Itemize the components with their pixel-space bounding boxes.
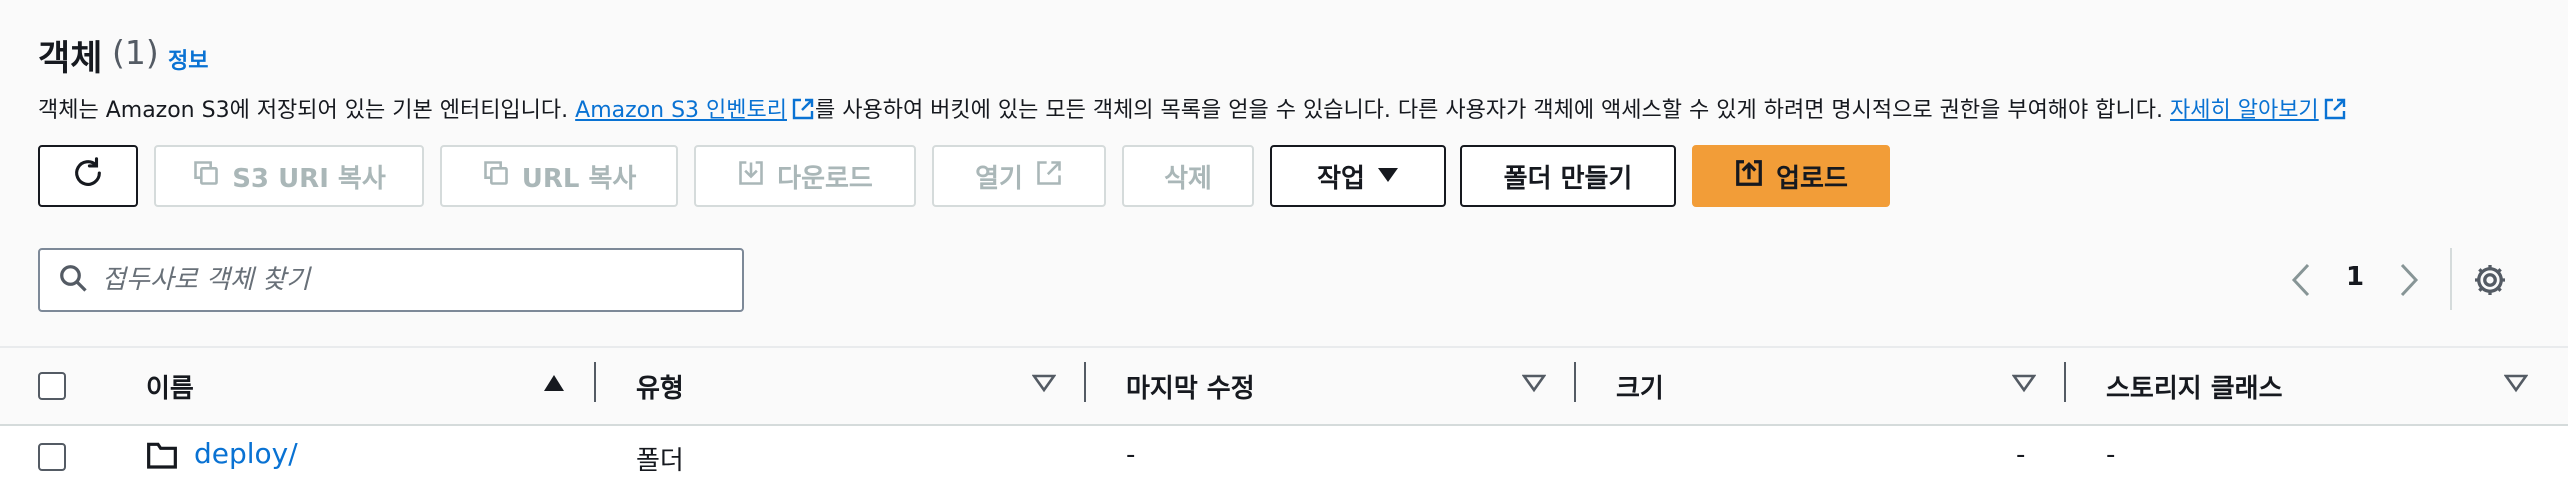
description-text-2: 를 사용하여 버킷에 있는 모든 객체의 목록을 얻을 수 있습니다. 다른 사… [814, 98, 2170, 123]
open-label: 열기 [975, 163, 1023, 194]
create-folder-label: 폴더 만들기 [1503, 163, 1633, 194]
download-label: 다운로드 [777, 163, 873, 194]
refresh-button[interactable] [38, 145, 138, 207]
sort-icon[interactable] [1031, 373, 1057, 397]
external-link-icon [1035, 159, 1063, 194]
pagination-divider [2450, 248, 2452, 310]
object-last-modified: - [1126, 440, 1136, 470]
external-link-icon [2323, 97, 2347, 127]
next-page-icon[interactable] [2396, 262, 2422, 302]
column-divider[interactable] [1574, 362, 1576, 402]
learn-more-label: 자세히 알아보기 [2170, 98, 2319, 123]
object-storage-class: - [2106, 440, 2116, 470]
search-input[interactable] [100, 264, 704, 296]
search-box[interactable] [38, 248, 744, 312]
row-checkbox[interactable] [38, 443, 66, 471]
copy-s3-uri-button[interactable]: S3 URI 복사 [154, 145, 424, 207]
learn-more-link[interactable]: 자세히 알아보기 [2170, 98, 2347, 123]
sort-ascending-icon[interactable] [542, 373, 566, 397]
copy-s3-uri-label: S3 URI 복사 [232, 163, 386, 194]
column-divider[interactable] [2064, 362, 2066, 402]
objects-panel: 객체 (1) 정보 객체는 Amazon S3에 저장되어 있는 기본 엔터티입… [0, 0, 2568, 484]
folder-icon [146, 440, 178, 474]
upload-button[interactable]: 업로드 [1692, 145, 1890, 207]
previous-page-icon[interactable] [2288, 262, 2314, 302]
object-size: - [2016, 440, 2026, 470]
select-all-checkbox[interactable] [38, 372, 66, 400]
table-row[interactable] [0, 426, 2568, 484]
description-text-1: 객체는 Amazon S3에 저장되어 있는 기본 엔터티입니다. [38, 98, 576, 123]
column-divider[interactable] [594, 362, 596, 402]
column-header-type[interactable]: 유형 [636, 368, 684, 405]
gear-icon[interactable] [2472, 262, 2508, 302]
column-divider[interactable] [1084, 362, 1086, 402]
actions-label: 작업 [1317, 163, 1365, 194]
info-link[interactable]: 정보 [168, 43, 208, 75]
open-button[interactable]: 열기 [932, 145, 1106, 207]
copy-url-button[interactable]: URL 복사 [440, 145, 678, 207]
description: 객체는 Amazon S3에 저장되어 있는 기본 엔터티입니다. Amazon… [38, 92, 2347, 127]
download-button[interactable]: 다운로드 [694, 145, 916, 207]
copy-icon [192, 159, 220, 194]
sort-icon[interactable] [2011, 373, 2037, 397]
refresh-icon [71, 156, 105, 197]
inventory-link-label: Amazon S3 인벤토리 [575, 98, 787, 123]
sort-icon[interactable] [2503, 373, 2529, 397]
download-icon [737, 159, 765, 194]
external-link-icon [791, 97, 815, 127]
object-name-link[interactable]: deploy/ [194, 437, 298, 470]
column-header-size[interactable]: 크기 [1616, 368, 1664, 405]
inventory-link[interactable]: Amazon S3 인벤토리 [575, 98, 815, 123]
create-folder-button[interactable]: 폴더 만들기 [1460, 145, 1676, 207]
search-icon [58, 263, 88, 297]
object-count: (1) [112, 33, 159, 72]
current-page-number[interactable]: 1 [2346, 262, 2364, 292]
copy-url-label: URL 복사 [521, 163, 637, 194]
upload-label: 업로드 [1776, 163, 1848, 194]
delete-button[interactable]: 삭제 [1122, 145, 1254, 207]
actions-dropdown[interactable]: 작업 [1270, 145, 1446, 207]
column-header-storage-class[interactable]: 스토리지 클래스 [2106, 368, 2283, 405]
upload-icon [1734, 158, 1764, 195]
copy-icon [482, 159, 510, 194]
column-header-name[interactable]: 이름 [146, 368, 194, 405]
object-type: 폴더 [636, 446, 684, 476]
page-title: 객체 [38, 39, 103, 79]
sort-icon[interactable] [1521, 373, 1547, 397]
column-header-last-modified[interactable]: 마지막 수정 [1126, 368, 1255, 405]
delete-label: 삭제 [1164, 163, 1212, 194]
caret-down-icon [1377, 161, 1399, 191]
